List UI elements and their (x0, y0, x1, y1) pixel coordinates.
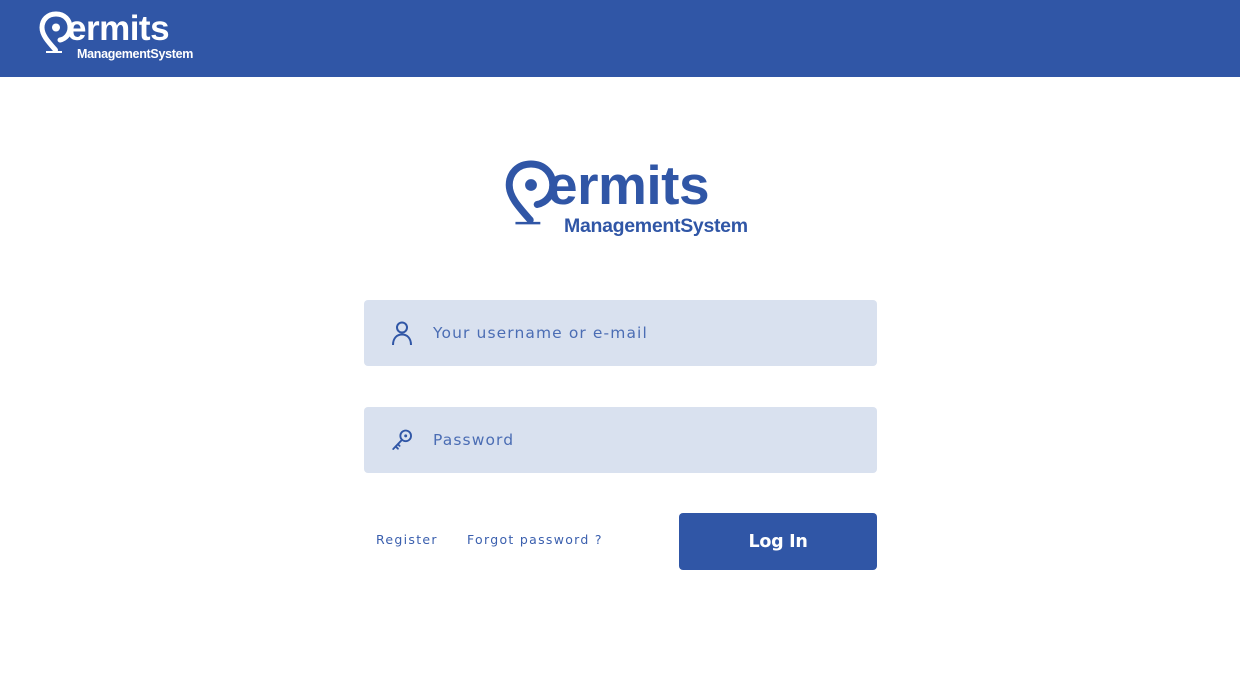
logo-tagline: ManagementSystem (564, 215, 748, 237)
password-field[interactable] (364, 407, 877, 473)
username-input[interactable] (433, 300, 853, 366)
logo-wordmark: ermits (67, 9, 170, 48)
key-icon (390, 427, 414, 453)
register-link[interactable]: Register (376, 532, 438, 547)
login-button[interactable]: Log In (679, 513, 877, 570)
password-input[interactable] (433, 407, 853, 473)
logo-tagline: ManagementSystem (77, 47, 194, 61)
logo-wordmark: ermits (547, 154, 710, 216)
username-field[interactable] (364, 300, 877, 366)
forgot-password-link[interactable]: Forgot password ? (467, 532, 603, 547)
center-logo: ermits ManagementSystem (503, 154, 748, 241)
top-bar: ermits ManagementSystem (0, 0, 1240, 77)
user-icon (390, 320, 414, 346)
header-logo[interactable]: ermits ManagementSystem (38, 9, 194, 64)
